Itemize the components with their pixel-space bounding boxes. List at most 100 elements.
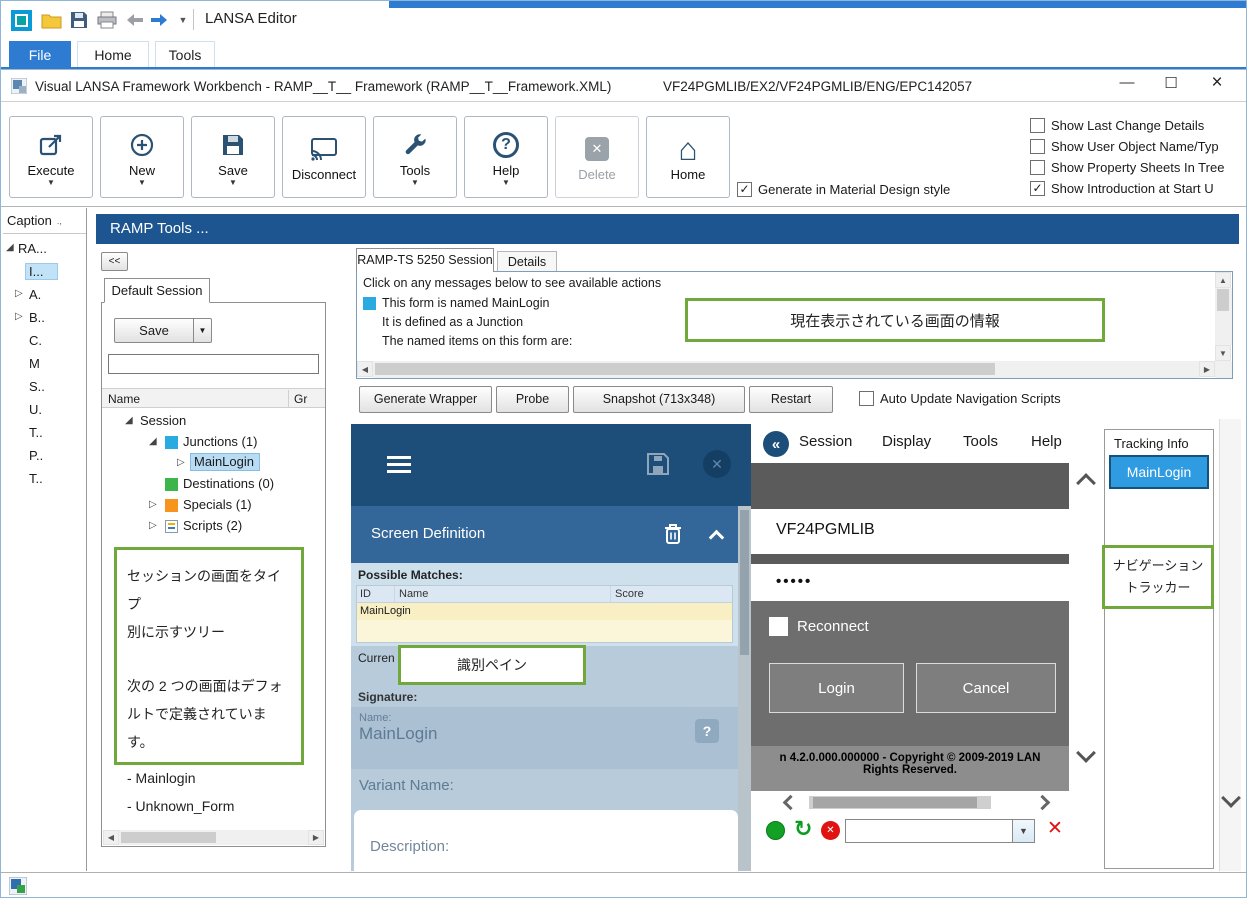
caption-item-c[interactable]: C. [3, 330, 85, 352]
tree-node-destinations[interactable]: Destinations (0) [103, 474, 324, 495]
tab-tools[interactable]: Tools [155, 41, 215, 68]
caption-column-header[interactable]: Caption ., [3, 208, 86, 234]
error-status-icon[interactable]: ✕ [821, 821, 840, 840]
show-user-object-checkbox[interactable]: Show User Object Name/Typ [1030, 139, 1244, 154]
forward-icon[interactable] [147, 8, 171, 32]
scroll-up-icon[interactable] [1076, 473, 1096, 493]
show-introduction-checkbox[interactable]: ✓ Show Introduction at Start U [1030, 181, 1244, 196]
expanded-arrow-icon[interactable]: ◢ [149, 436, 157, 447]
password-field[interactable]: ••••• [751, 564, 1069, 601]
close-definition-icon[interactable]: ✕ [703, 450, 731, 478]
generate-material-checkbox[interactable]: ✓ Generate in Material Design style [737, 182, 950, 197]
caption-item-u[interactable]: U. [3, 399, 85, 421]
menu-tools[interactable]: Tools [963, 433, 998, 450]
tree-node-junctions[interactable]: ◢ Junctions (1) [103, 432, 324, 453]
tree-horizontal-scrollbar[interactable]: ◀ ▶ [103, 830, 324, 845]
caption-item-m[interactable]: M [3, 353, 85, 375]
save-button[interactable]: Save ▼ [191, 116, 275, 198]
tree-node-scripts[interactable]: ▷ Scripts (2) [103, 516, 324, 537]
tab-details[interactable]: Details [497, 251, 557, 272]
tree-node-specials[interactable]: ▷ Specials (1) [103, 495, 324, 516]
open-icon[interactable] [39, 8, 63, 32]
minimize-button[interactable]: — [1109, 74, 1145, 99]
refresh-icon[interactable]: ↻ [794, 816, 812, 842]
back-icon[interactable] [123, 8, 147, 32]
scroll-right-icon[interactable]: ▶ [1199, 361, 1215, 377]
generate-wrapper-button[interactable]: Generate Wrapper [359, 386, 492, 413]
collapsed-arrow-icon[interactable]: ▷ [149, 499, 157, 510]
main-vertical-scrollbar[interactable] [1219, 419, 1241, 871]
menu-session[interactable]: Session [799, 433, 852, 450]
expanded-arrow-icon[interactable]: ◢ [6, 242, 14, 253]
show-property-sheets-checkbox[interactable]: Show Property Sheets In Tree [1030, 160, 1244, 175]
tree-node-mainlogin[interactable]: ▷ MainLogin [103, 453, 324, 474]
save-icon[interactable] [67, 8, 91, 32]
scroll-left-icon[interactable]: ◀ [357, 361, 373, 377]
menu-hamburger-icon[interactable] [387, 452, 411, 477]
probe-button[interactable]: Probe [496, 386, 569, 413]
status-window-icon[interactable] [9, 877, 27, 898]
matches-table-header[interactable]: ID Name Score [357, 586, 732, 603]
collapse-section-icon[interactable] [709, 530, 725, 546]
message-line[interactable]: The named items on this form are: [382, 334, 572, 348]
scroll-down-icon[interactable] [1221, 788, 1241, 808]
home-button[interactable]: ⌂ Home [646, 116, 730, 198]
tree-column-header[interactable]: Name Gr [102, 388, 325, 408]
messages-vertical-scrollbar[interactable]: ▲ ▼ [1215, 272, 1232, 361]
execute-button[interactable]: Execute ▼ [9, 116, 93, 198]
scroll-down-icon[interactable]: ▼ [1215, 345, 1231, 361]
login-button[interactable]: Login [769, 663, 904, 713]
dropdown-caret-icon[interactable]: ▼ [193, 319, 211, 342]
tree-node-session[interactable]: ◢ Session [103, 411, 324, 432]
show-last-change-checkbox[interactable]: Show Last Change Details [1030, 118, 1244, 133]
messages-horizontal-scrollbar[interactable]: ◀ ▶ [357, 361, 1215, 378]
collapsed-arrow-icon[interactable]: ▷ [149, 520, 157, 531]
collapsed-arrow-icon[interactable]: ▷ [15, 288, 23, 299]
collapsed-arrow-icon[interactable]: ▷ [177, 457, 185, 468]
print-icon[interactable] [95, 8, 119, 32]
caption-item-t1[interactable]: T.. [3, 422, 85, 444]
trash-icon[interactable] [663, 523, 683, 550]
help-button[interactable]: ? Help ▼ [464, 116, 548, 198]
caption-item-s[interactable]: S.. [3, 376, 85, 398]
definition-scroll-strip[interactable] [738, 506, 751, 871]
tab-file[interactable]: File [9, 41, 71, 68]
tab-home[interactable]: Home [77, 41, 149, 68]
scroll-down-icon[interactable] [1076, 743, 1096, 763]
screen-select-combobox[interactable]: ▼ [845, 819, 1035, 843]
tree-filter-input[interactable] [108, 354, 319, 374]
close-button[interactable]: × [1199, 72, 1235, 99]
match-row-mainlogin[interactable]: MainLogin [357, 603, 732, 620]
tracking-item-mainlogin[interactable]: MainLogin [1109, 455, 1209, 489]
menu-display[interactable]: Display [882, 433, 931, 450]
reconnect-checkbox[interactable] [769, 617, 788, 636]
help-circle-icon[interactable]: ? [695, 719, 719, 743]
scroll-right-icon[interactable]: ▶ [308, 830, 324, 845]
screen-definition-header[interactable]: Screen Definition [351, 506, 738, 563]
caption-item-a[interactable]: ▷A. [3, 284, 85, 306]
restart-button[interactable]: Restart [749, 386, 833, 413]
clear-icon[interactable]: ✕ [1047, 817, 1063, 840]
collapsed-arrow-icon[interactable]: ▷ [15, 311, 23, 322]
tools-button[interactable]: Tools ▼ [373, 116, 457, 198]
caption-item-i-selected[interactable]: I... [3, 261, 85, 283]
maximize-button[interactable]: ☐ [1153, 74, 1189, 99]
library-field[interactable]: VF24PGMLIB [751, 509, 1069, 554]
session-horizontal-scrollbar[interactable] [751, 791, 1101, 815]
new-button[interactable]: New ▼ [100, 116, 184, 198]
message-line[interactable]: This form is named MainLogin [382, 296, 549, 310]
menu-help[interactable]: Help [1031, 433, 1062, 450]
cancel-button[interactable]: Cancel [916, 663, 1056, 713]
scroll-left-icon[interactable]: ◀ [103, 830, 119, 845]
scroll-up-icon[interactable]: ▲ [1215, 272, 1231, 288]
expanded-arrow-icon[interactable]: ◢ [125, 415, 133, 426]
combobox-caret-icon[interactable]: ▼ [1012, 820, 1034, 842]
caption-item-ra[interactable]: ◢RA... [3, 238, 85, 260]
caption-item-t2[interactable]: T.. [3, 468, 85, 490]
scroll-left-icon[interactable] [783, 795, 799, 811]
caption-item-p[interactable]: P.. [3, 445, 85, 467]
save-definition-icon[interactable] [646, 452, 670, 481]
save-split-button[interactable]: Save ▼ [114, 318, 212, 343]
window-titlebar[interactable]: Visual LANSA Framework Workbench - RAMP_… [1, 69, 1246, 102]
tab-ramp-ts-session[interactable]: RAMP-TS 5250 Session [356, 248, 494, 272]
